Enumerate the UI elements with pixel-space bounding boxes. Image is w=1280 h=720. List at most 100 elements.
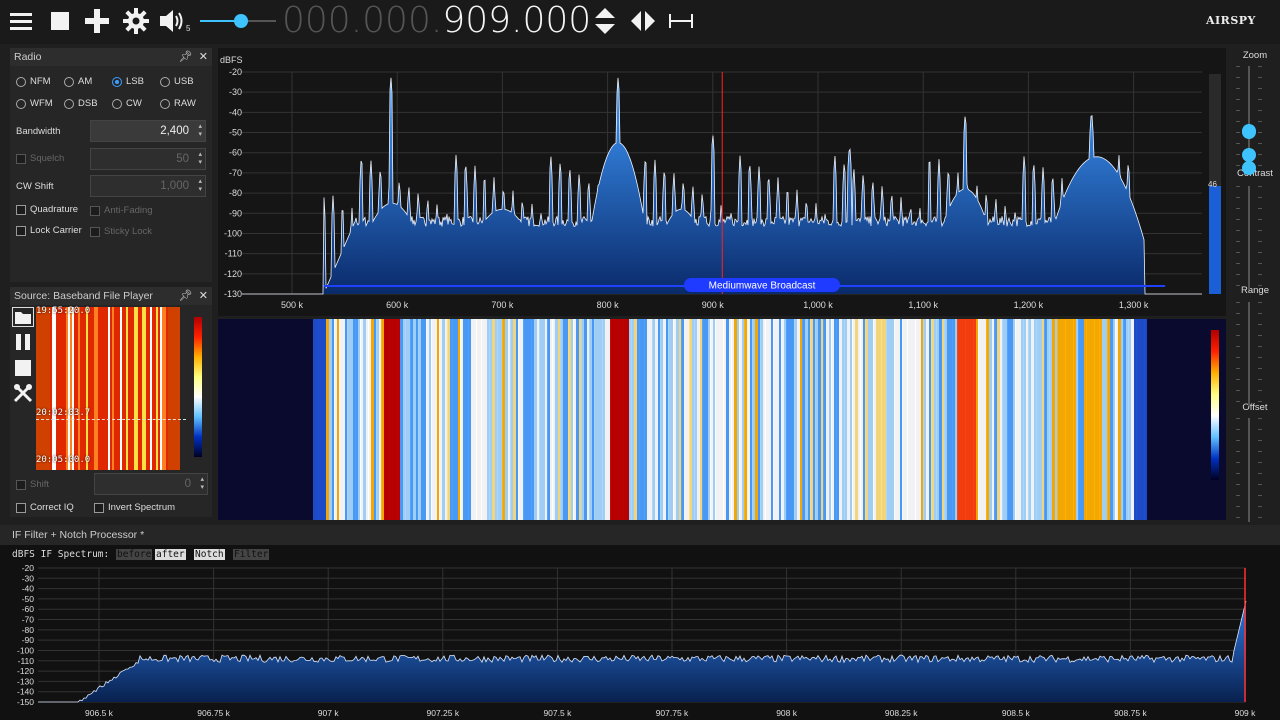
- close-icon[interactable]: ✕: [199, 290, 208, 302]
- radio-indicator: [16, 98, 26, 109]
- up-down-arrows-icon: [595, 8, 615, 34]
- bandwidth-input[interactable]: 2,400: [90, 120, 206, 142]
- mode-radio-dsb[interactable]: DSB: [64, 98, 98, 109]
- mode-label: RAW: [174, 98, 196, 109]
- squelch-label: Squelch: [30, 153, 65, 164]
- stop-icon: [15, 360, 31, 376]
- if-spectrum-panel[interactable]: dBFS IF Spectrum: before after Notch Fil…: [0, 545, 1280, 720]
- squelch-checkbox[interactable]: Squelch: [16, 153, 64, 164]
- main-spectrum[interactable]: dBFS -20 -30 -40 -50 -60 -70 -80 -90 -100 -110 -120…: [218, 48, 1226, 316]
- shift-input[interactable]: 0: [94, 473, 208, 495]
- lockcarrier-checkbox[interactable]: Lock Carrier: [16, 225, 82, 236]
- cwshift-input[interactable]: 1,000: [90, 175, 206, 197]
- stickylock-checkbox[interactable]: Sticky Lock: [90, 226, 152, 237]
- slider-tick: [1236, 357, 1240, 358]
- frequency-lit-digits[interactable]: 909.000: [442, 0, 591, 41]
- slider-track: [1248, 418, 1250, 522]
- x-tick-label: 800 k: [597, 300, 620, 310]
- slider-tick: [1236, 473, 1240, 474]
- mode-radio-cw[interactable]: CW: [112, 98, 142, 109]
- volume-slider[interactable]: [200, 12, 276, 30]
- waterfall-panel[interactable]: [218, 319, 1226, 520]
- zoom-slider-knob[interactable]: [1242, 148, 1256, 162]
- if-y-tick-label: -50: [22, 594, 35, 604]
- radio-indicator: [16, 76, 26, 87]
- if-y-tick-label: -110: [18, 656, 35, 666]
- slider-tick: [1258, 186, 1262, 187]
- slider-tick: [1258, 473, 1262, 474]
- slider-tick: [1258, 132, 1262, 133]
- menu-button[interactable]: [6, 6, 36, 36]
- shift-label: Shift: [30, 479, 50, 490]
- spectrum-unit-label: dBFS: [220, 55, 243, 65]
- if-after-button[interactable]: after: [155, 549, 186, 560]
- file-waterfall-column: [178, 307, 180, 470]
- correctiq-checkbox[interactable]: Correct IQ: [16, 502, 74, 513]
- slider-tick: [1258, 121, 1262, 122]
- volume-knob[interactable]: [234, 14, 249, 28]
- mode-radio-nfm[interactable]: NFM: [16, 76, 51, 87]
- center-frequency-button[interactable]: [628, 6, 658, 36]
- invert-spectrum-checkbox[interactable]: Invert Spectrum: [94, 502, 175, 513]
- waterfall[interactable]: [218, 319, 1226, 520]
- if-y-tick-label: -150: [17, 697, 34, 707]
- if-spectrum[interactable]: -20-30-40-50-60-70-80-90-100-110-120-130…: [0, 563, 1280, 720]
- pin-icon[interactable]: 📌︎: [179, 51, 193, 63]
- zoom-slider[interactable]: [1236, 66, 1262, 170]
- mute-button[interactable]: [158, 6, 188, 36]
- slider-tick: [1258, 165, 1262, 166]
- add-source-button[interactable]: [82, 6, 112, 36]
- close-icon[interactable]: ✕: [199, 51, 208, 63]
- span-button[interactable]: [666, 6, 696, 36]
- if-notch-button[interactable]: Notch: [194, 549, 225, 560]
- if-filter-button[interactable]: Filter: [233, 549, 270, 560]
- frequency-dim-digits[interactable]: 000.000.: [282, 0, 442, 41]
- if-before-button[interactable]: before: [116, 549, 153, 560]
- shift-checkbox[interactable]: Shift: [16, 479, 49, 490]
- open-file-button[interactable]: [12, 307, 34, 327]
- radio-indicator: [64, 76, 74, 87]
- if-y-tick-label: -80: [22, 625, 35, 635]
- mode-radio-wfm[interactable]: WFM: [16, 98, 53, 109]
- pause-icon: [16, 334, 30, 350]
- squelch-input[interactable]: 50: [90, 148, 206, 170]
- mode-radio-lsb[interactable]: LSB: [112, 76, 144, 87]
- x-tick-label: 1,000 k: [803, 300, 833, 310]
- slider-tick: [1258, 241, 1262, 242]
- correctiq-label: Correct IQ: [30, 502, 74, 513]
- main-spectrum-panel[interactable]: dBFS -20 -30 -40 -50 -60 -70 -80 -90 -100 -110 -120…: [218, 48, 1226, 316]
- volume-level: 5: [186, 24, 191, 33]
- quadrature-label: Quadrature: [30, 204, 79, 215]
- tuning-mode-button[interactable]: [590, 6, 620, 36]
- range-slider-knob[interactable]: [1242, 125, 1256, 139]
- slider-tick: [1236, 495, 1240, 496]
- range-slider[interactable]: [1236, 125, 1262, 406]
- start-stop-button[interactable]: [45, 6, 75, 36]
- slider-tick: [1258, 313, 1262, 314]
- display-sliders: Zoom Contrast Range Offset: [1230, 44, 1280, 522]
- file-waterfall[interactable]: [36, 307, 180, 470]
- antifading-checkbox[interactable]: Anti-Fading: [90, 205, 153, 216]
- slider-tick: [1258, 418, 1262, 419]
- slider-tick: [1236, 154, 1240, 155]
- quadrature-checkbox[interactable]: Quadrature: [16, 204, 78, 215]
- stop-playback-button[interactable]: [15, 360, 31, 379]
- radio-indicator: [160, 76, 170, 87]
- settings-button[interactable]: [121, 6, 151, 36]
- slider-tick: [1236, 451, 1240, 452]
- slider-tick: [1258, 66, 1262, 67]
- offset-label: Offset: [1242, 402, 1268, 413]
- mode-radio-raw[interactable]: RAW: [160, 98, 196, 109]
- pause-button[interactable]: [14, 334, 32, 353]
- offset-slider[interactable]: [1236, 161, 1262, 522]
- mode-radio-usb[interactable]: USB: [160, 76, 194, 87]
- contrast-slider[interactable]: [1236, 124, 1262, 290]
- mode-radio-am[interactable]: AM: [64, 76, 92, 87]
- pin-icon[interactable]: 📌︎: [179, 290, 193, 302]
- frequency-display[interactable]: 000.000.909.000: [282, 0, 591, 44]
- signal-level: 46: [1208, 180, 1217, 189]
- left-right-arrows-icon: [631, 11, 655, 31]
- tools-button[interactable]: [13, 383, 33, 406]
- if-y-tick-label: -90: [22, 635, 35, 645]
- offset-slider-knob[interactable]: [1242, 161, 1256, 175]
